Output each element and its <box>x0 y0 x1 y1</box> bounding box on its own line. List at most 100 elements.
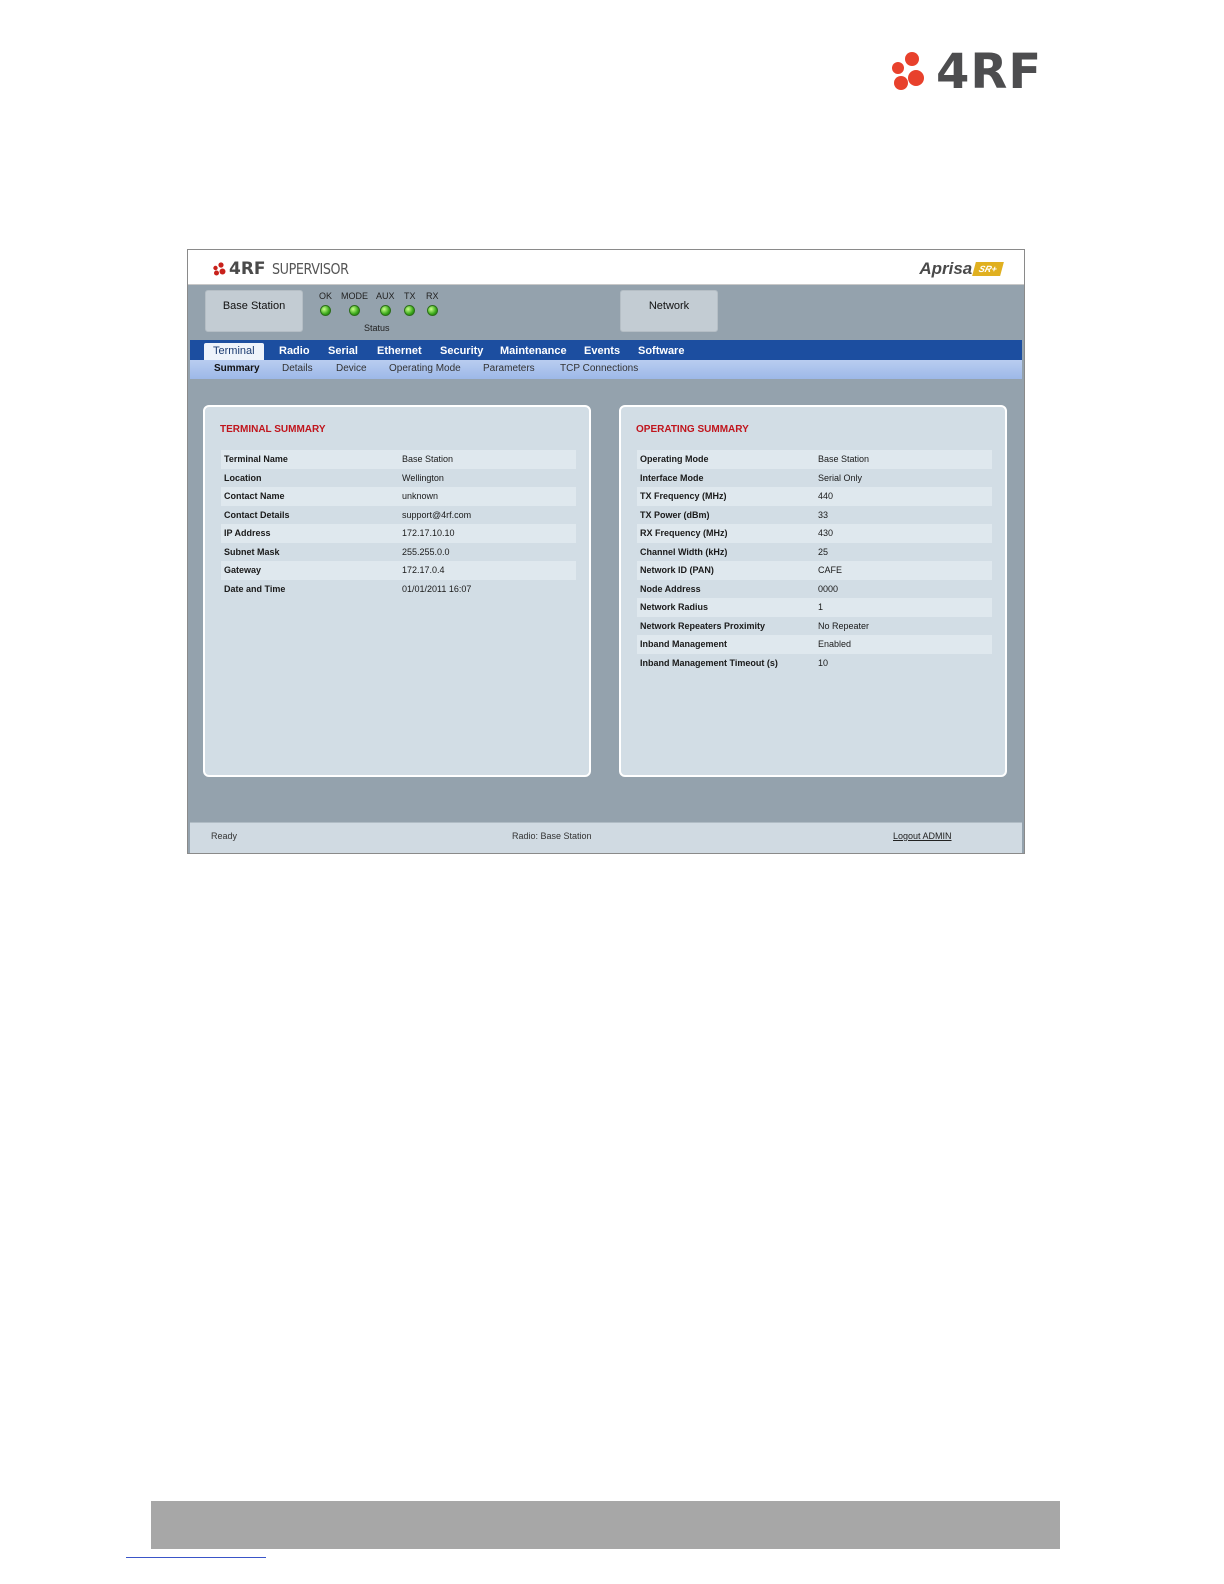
table-row: Network Repeaters Proximity No Repeater <box>637 617 992 636</box>
row-key: Channel Width (kHz) <box>640 546 728 557</box>
row-value: 172.17.10.10 <box>399 524 576 543</box>
row-value: support@4rf.com <box>402 509 472 520</box>
row-key: IP Address <box>221 524 399 543</box>
supervisor-window: 4RF SUPERVISOR Aprisa SR+ Base Station OK… <box>187 249 1025 854</box>
tab-serial[interactable]: Serial <box>328 343 358 360</box>
operating-summary-table: Operating Mode Base Station Interface Mod… <box>637 450 992 672</box>
aprisa-logo: Aprisa SR+ <box>919 259 1004 279</box>
table-row: Interface Mode Serial Only <box>637 469 992 488</box>
table-row: Network Radius 1 <box>637 598 992 617</box>
led-aux-label: AUX <box>376 291 395 301</box>
table-row: Location Wellington <box>221 469 576 488</box>
row-key: RX Frequency (MHz) <box>637 524 815 543</box>
row-value: No Repeater <box>818 620 870 631</box>
led-ok-indicator <box>320 305 331 316</box>
subtab-operating-mode[interactable]: Operating Mode <box>389 363 461 374</box>
operating-summary-title: OPERATING SUMMARY <box>636 424 749 435</box>
row-key: Location <box>224 472 262 483</box>
terminal-summary-title: TERMINAL SUMMARY <box>220 424 326 435</box>
status-area: Base Station OK MODE AUX TX RX Status Ne… <box>188 285 1024 340</box>
network-button[interactable]: Network <box>620 290 718 332</box>
table-row: Channel Width (kHz) 25 <box>637 543 992 562</box>
tab-software[interactable]: Software <box>638 343 684 360</box>
led-tx: TX <box>404 291 416 316</box>
row-value: 0000 <box>818 583 839 594</box>
table-row: IP Address 172.17.10.10 <box>221 524 576 543</box>
terminal-summary-panel: TERMINAL SUMMARY Terminal Name Base Stati… <box>203 405 591 777</box>
tab-events[interactable]: Events <box>584 343 620 360</box>
led-mode: MODE <box>341 291 368 316</box>
table-row: TX Frequency (MHz) 440 <box>637 487 992 506</box>
table-row: Node Address 0000 <box>637 580 992 599</box>
tab-terminal[interactable]: Terminal <box>204 343 264 360</box>
row-key: Network Repeaters Proximity <box>640 620 766 631</box>
row-key: Contact Details <box>224 509 290 520</box>
status-caption: Status <box>364 323 390 333</box>
row-key: Contact Name <box>221 487 399 506</box>
row-value: 10 <box>818 657 829 668</box>
local-station-button[interactable]: Base Station <box>205 290 303 332</box>
subtab-summary[interactable]: Summary <box>214 363 260 374</box>
led-rx: RX <box>426 291 439 316</box>
operating-summary-panel: OPERATING SUMMARY Operating Mode Base Sta… <box>619 405 1007 777</box>
brand-petal-icon <box>213 262 226 276</box>
status-text: Ready <box>211 831 238 841</box>
led-ok: OK <box>319 291 332 316</box>
page-footer-band <box>151 1501 1060 1549</box>
led-ok-label: OK <box>319 291 333 301</box>
terminal-summary-table: Terminal Name Base Station Location Wellin… <box>221 450 576 598</box>
led-tx-label: TX <box>404 291 416 301</box>
led-mode-label: MODE <box>341 291 368 301</box>
table-row: Contact Name unknown <box>221 487 576 506</box>
row-value: 172.17.0.4 <box>399 561 576 580</box>
table-row: Operating Mode Base Station <box>637 450 992 469</box>
row-value: 430 <box>815 524 992 543</box>
tab-ethernet[interactable]: Ethernet <box>377 343 422 360</box>
status-leds: OK MODE AUX TX RX Status <box>318 291 448 337</box>
page-logo-text: 4RF <box>936 44 1043 100</box>
tab-maintenance[interactable]: Maintenance <box>500 343 567 360</box>
row-value: 01/01/2011 16:07 <box>402 583 472 594</box>
led-rx-indicator <box>426 305 438 316</box>
row-value: Base Station <box>815 450 992 469</box>
table-row: Date and Time 01/01/2011 16:07 <box>221 580 576 599</box>
row-key: Network ID (PAN) <box>637 561 815 580</box>
row-value: Serial Only <box>818 472 863 483</box>
page-footer-rule <box>126 1557 266 1558</box>
subtab-parameters[interactable]: Parameters <box>483 363 535 374</box>
row-value: 1 <box>815 598 992 617</box>
row-value: Wellington <box>402 472 444 483</box>
subtab-tcp-connections[interactable]: TCP Connections <box>560 363 638 374</box>
row-value: 440 <box>815 487 992 506</box>
table-row: Network ID (PAN) CAFE <box>637 561 992 580</box>
row-key: Gateway <box>221 561 399 580</box>
row-key: TX Frequency (MHz) <box>637 487 815 506</box>
aprisa-badge: SR+ <box>972 262 1004 276</box>
row-key: Subnet Mask <box>224 546 280 557</box>
row-key: Network Radius <box>637 598 815 617</box>
subtab-details[interactable]: Details <box>282 363 313 374</box>
local-station-label: Base Station <box>222 300 286 312</box>
row-key: Inband Management <box>637 635 815 654</box>
page-logo: 4RF <box>888 44 1058 100</box>
tab-radio[interactable]: Radio <box>279 343 310 360</box>
radio-status: Radio: Base Station <box>512 831 592 841</box>
tab-security[interactable]: Security <box>440 343 483 360</box>
table-row: Inband Management Enabled <box>637 635 992 654</box>
table-row: Contact Details support@4rf.com <box>221 506 576 525</box>
table-row: Terminal Name Base Station <box>221 450 576 469</box>
led-aux-indicator <box>379 305 391 316</box>
product-name: SUPERVISOR <box>272 260 349 278</box>
row-value: Base Station <box>399 450 576 469</box>
logout-link[interactable]: Logout ADMIN <box>893 831 952 841</box>
main-nav: Terminal Radio Serial Ethernet Security … <box>190 340 1022 360</box>
row-key: Operating Mode <box>637 450 815 469</box>
subtab-device[interactable]: Device <box>336 363 367 374</box>
row-value: CAFE <box>815 561 992 580</box>
brand-name: 4RF <box>229 259 266 279</box>
table-row: TX Power (dBm) 33 <box>637 506 992 525</box>
row-value: 25 <box>818 546 829 557</box>
aprisa-text: Aprisa <box>919 259 973 278</box>
row-value: unknown <box>399 487 576 506</box>
status-bar: Ready Radio: Base Station Logout ADMIN <box>190 822 1022 853</box>
